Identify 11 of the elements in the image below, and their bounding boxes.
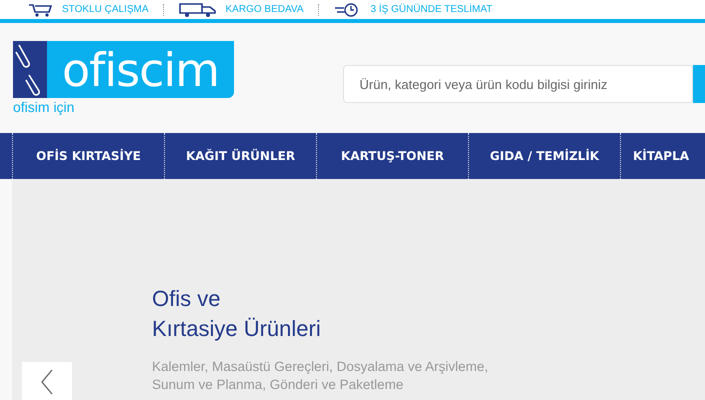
feature-label: KARGO BEDAVA: [226, 4, 304, 15]
search-field[interactable]: Ürün, kategori veya ürün kodu bilgisi giriniz: [342, 65, 694, 103]
cart-icon: [28, 2, 54, 16]
previous-slide-button[interactable]: [22, 362, 72, 400]
logo-tagline: ofisim için: [13, 99, 76, 115]
hero-subtitle: Kalemler, Masaüstü Gereçleri, Dosyalama ve Arşivleme, Sunum ve Planma, Gönderi ve Paketleme: [152, 358, 490, 394]
feature-label: STOKLU ÇALIŞMA: [62, 4, 149, 15]
chevron-left-icon: [40, 369, 54, 395]
hero-title: Ofis ve Kırtasiye Ürünleri: [152, 285, 322, 343]
truck-icon: [178, 2, 218, 16]
feature-label: 3 İŞ GÜNÜNDE TESLİMAT: [370, 4, 492, 15]
